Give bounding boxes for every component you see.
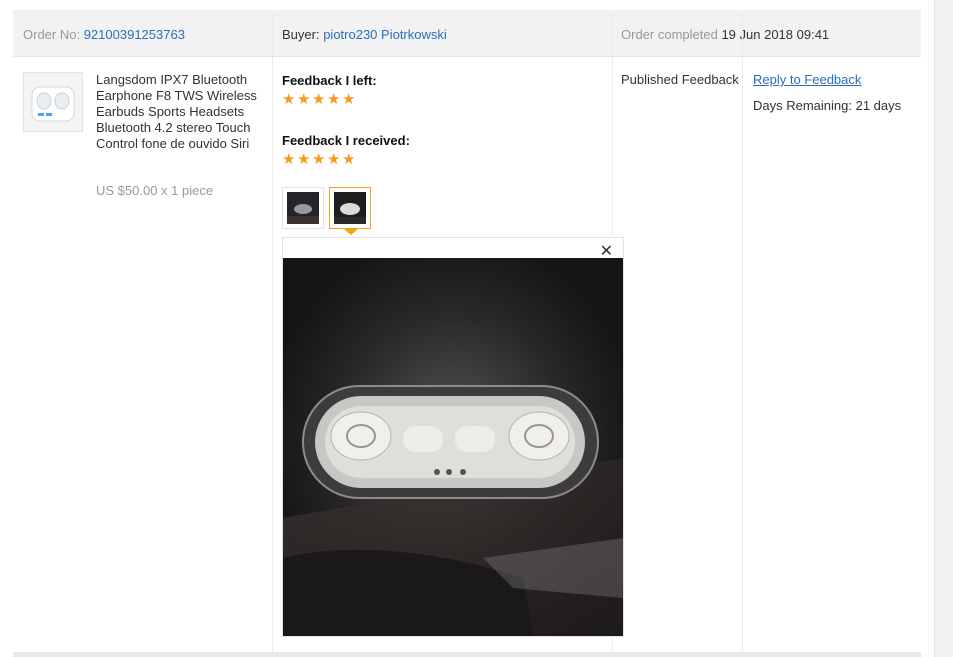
star-icon: ★ xyxy=(342,151,356,168)
earbuds-case-photo xyxy=(283,258,623,636)
feedback-photo-image xyxy=(334,192,366,224)
buyer-info: Buyer: piotro230 Piotrkowski xyxy=(282,27,447,42)
star-icon: ★ xyxy=(282,151,296,168)
feedback-received-label: Feedback I received: xyxy=(282,133,410,148)
feedback-page: Order No: 92100391253763 Buyer: piotro23… xyxy=(0,0,953,657)
days-remaining: Days Remaining: 21 days xyxy=(753,98,902,113)
feedback-left-label: Feedback I left: xyxy=(282,73,377,88)
star-icon: ★ xyxy=(327,91,341,108)
photo-thumb-1[interactable] xyxy=(282,187,324,229)
star-icon: ★ xyxy=(312,91,326,108)
photo-thumb-2[interactable] xyxy=(329,187,371,229)
photo-viewer: ✕ xyxy=(282,237,624,637)
feedback-received-stars: ★ ★ ★ ★ ★ xyxy=(282,151,356,169)
product-price: US $50.00 x 1 piece xyxy=(96,183,214,198)
order-number-link[interactable]: 92100391253763 xyxy=(84,27,185,42)
star-icon: ★ xyxy=(312,151,326,168)
feedback-left-stars: ★ ★ ★ ★ ★ xyxy=(282,91,356,109)
order-completed-date: 19 Jun 2018 09:41 xyxy=(721,27,830,42)
product-title[interactable]: Langsdom IPX7 Bluetooth Earphone F8 TWS … xyxy=(96,72,268,152)
order-completed: Order completed 19 Jun 2018 09:41 xyxy=(621,27,829,42)
buyer-name-link[interactable]: piotro230 Piotrkowski xyxy=(323,27,447,42)
column-divider xyxy=(742,10,743,657)
product-thumbnail[interactable] xyxy=(23,72,83,132)
feedback-photo-image xyxy=(287,192,319,224)
feedback-photo-large xyxy=(283,258,623,636)
order-completed-label: Order completed xyxy=(621,27,718,42)
buyer-label: Buyer: xyxy=(282,27,320,42)
star-icon: ★ xyxy=(297,151,311,168)
column-divider xyxy=(272,10,273,657)
vertical-scrollbar[interactable] xyxy=(934,0,953,657)
earbuds-product-image xyxy=(24,73,82,131)
reply-to-feedback-link[interactable]: Reply to Feedback xyxy=(753,72,861,87)
order-number: Order No: 92100391253763 xyxy=(23,27,185,42)
order-card: Order No: 92100391253763 Buyer: piotro23… xyxy=(13,10,921,657)
feedback-status: Published Feedback xyxy=(621,72,739,87)
active-photo-caret xyxy=(344,229,358,235)
order-header: Order No: 92100391253763 Buyer: piotro23… xyxy=(13,10,921,57)
order-number-label: Order No: xyxy=(23,27,81,42)
next-order-edge xyxy=(13,652,921,657)
star-icon: ★ xyxy=(297,91,311,108)
star-icon: ★ xyxy=(327,151,341,168)
star-icon: ★ xyxy=(342,91,356,108)
star-icon: ★ xyxy=(282,91,296,108)
